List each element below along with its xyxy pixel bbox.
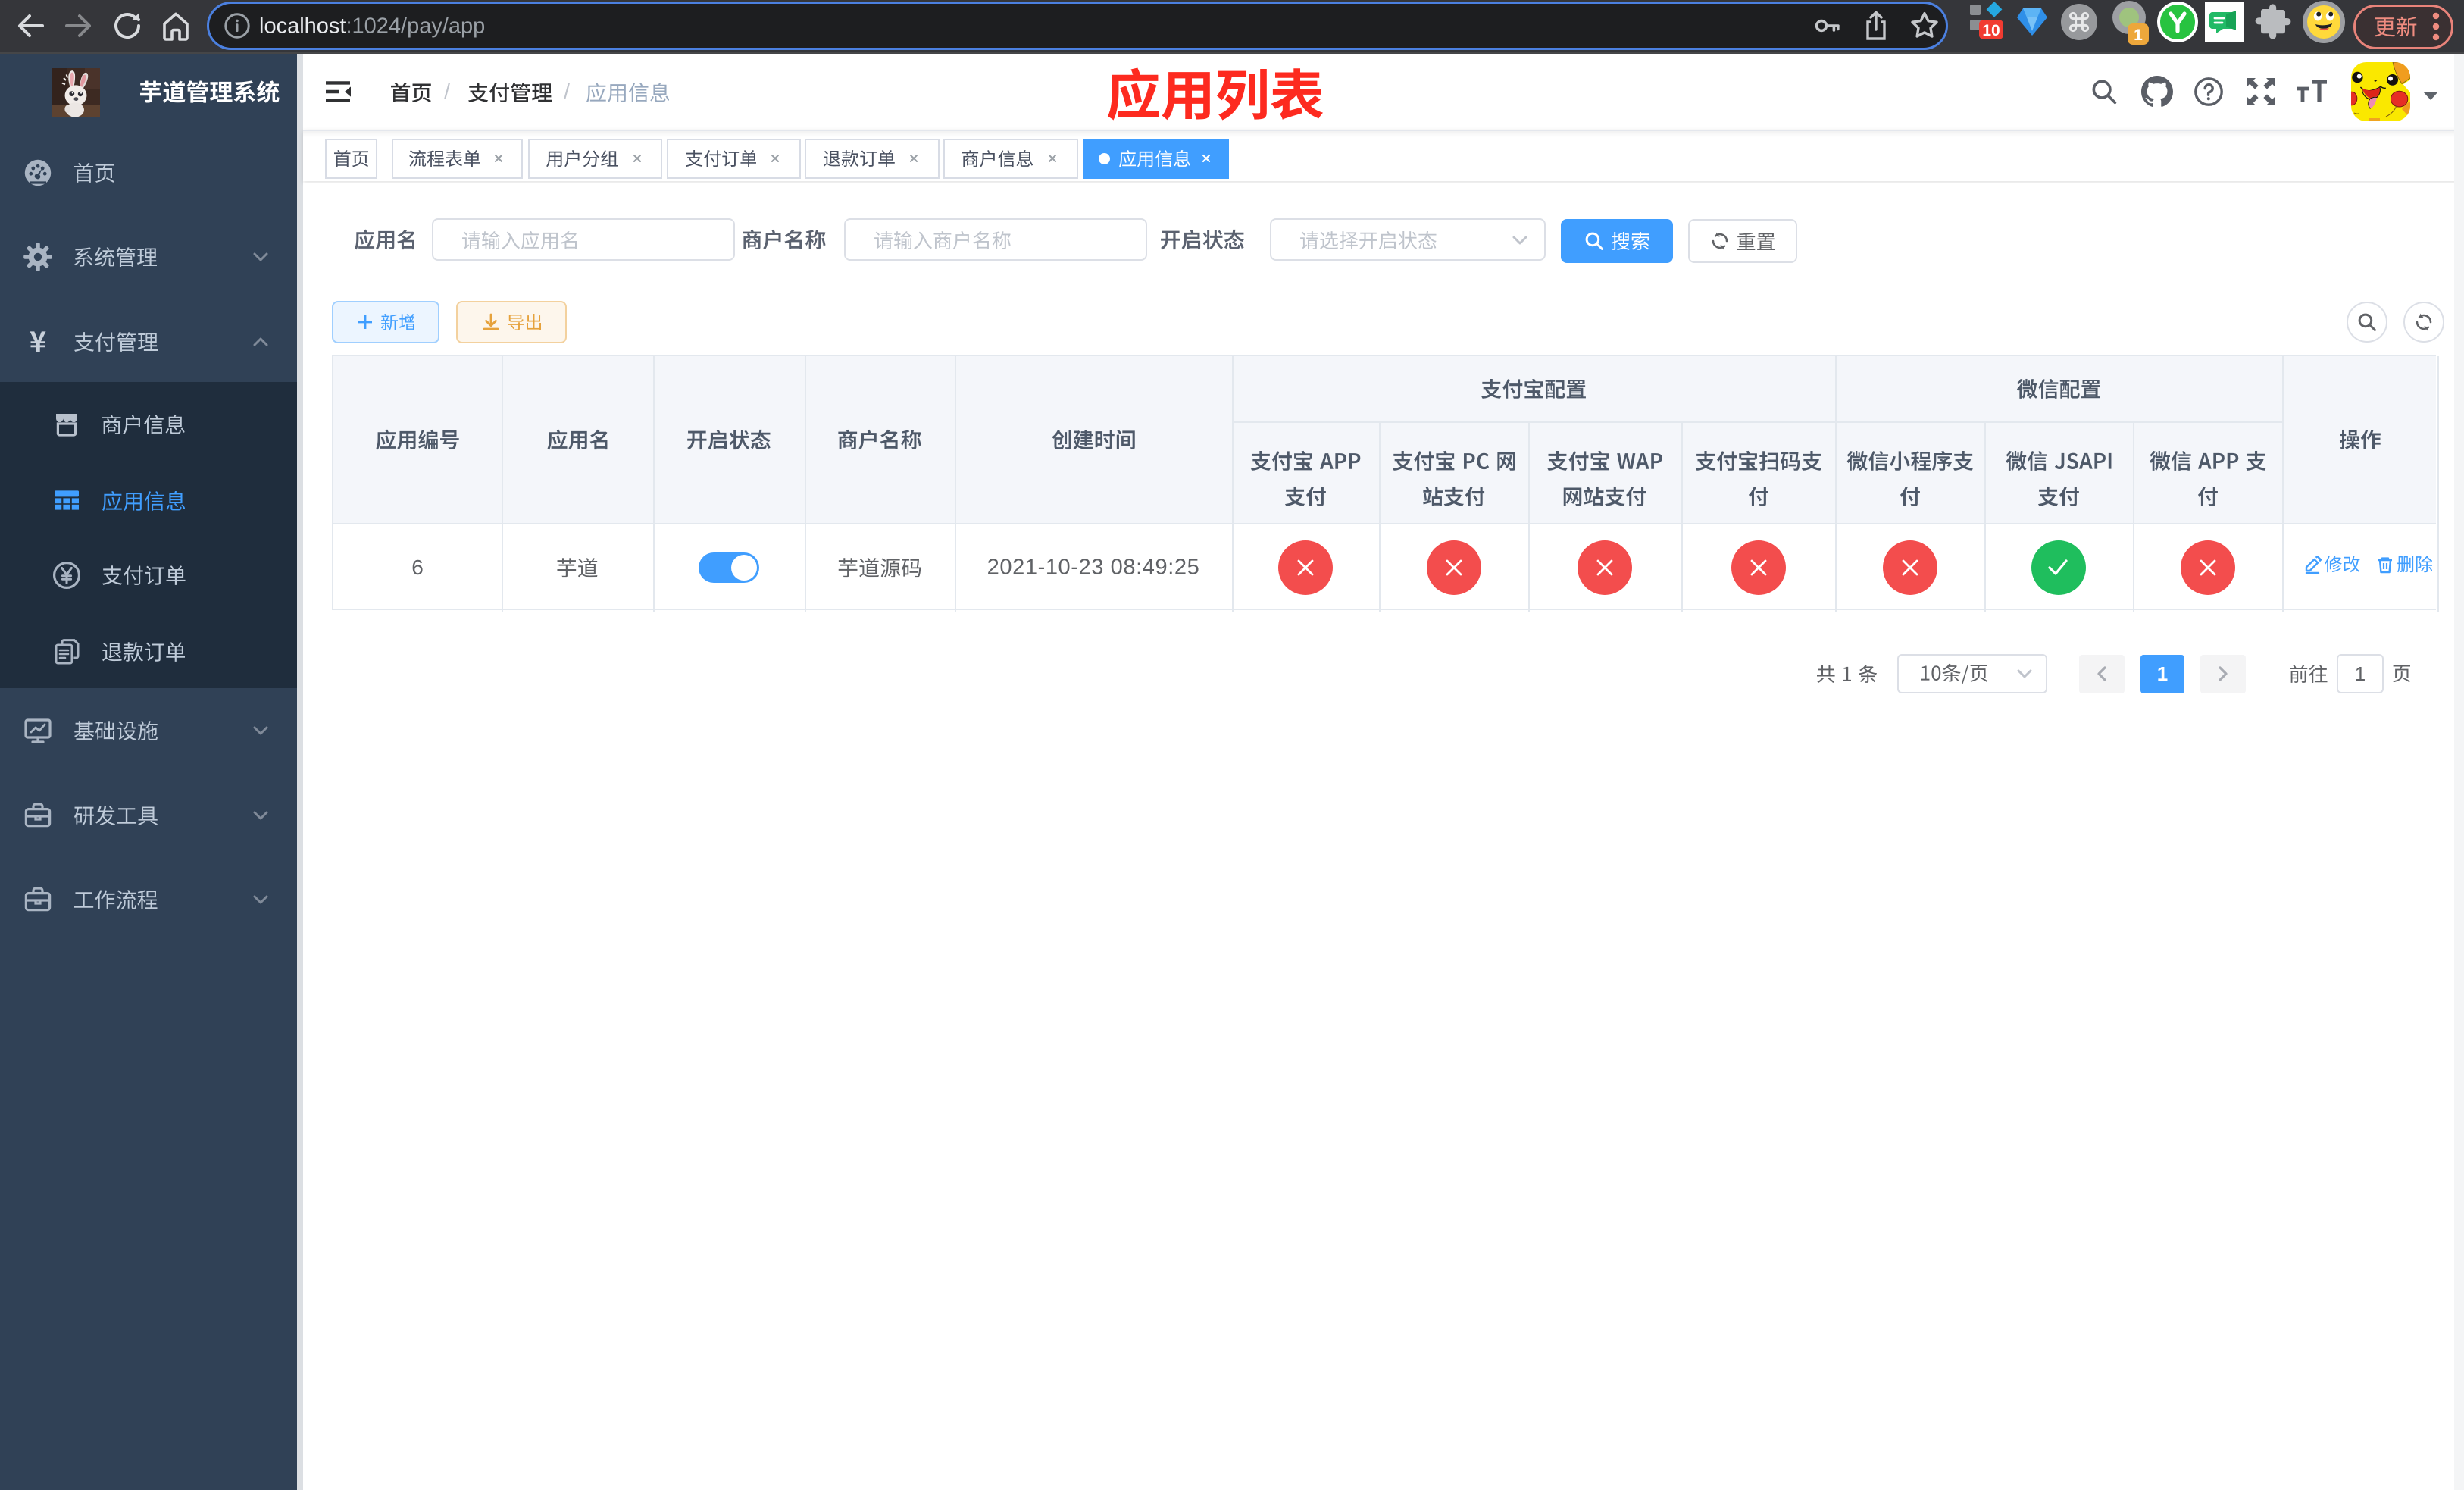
svg-text:1: 1	[2134, 27, 2143, 44]
svg-text:10: 10	[1982, 22, 2000, 39]
